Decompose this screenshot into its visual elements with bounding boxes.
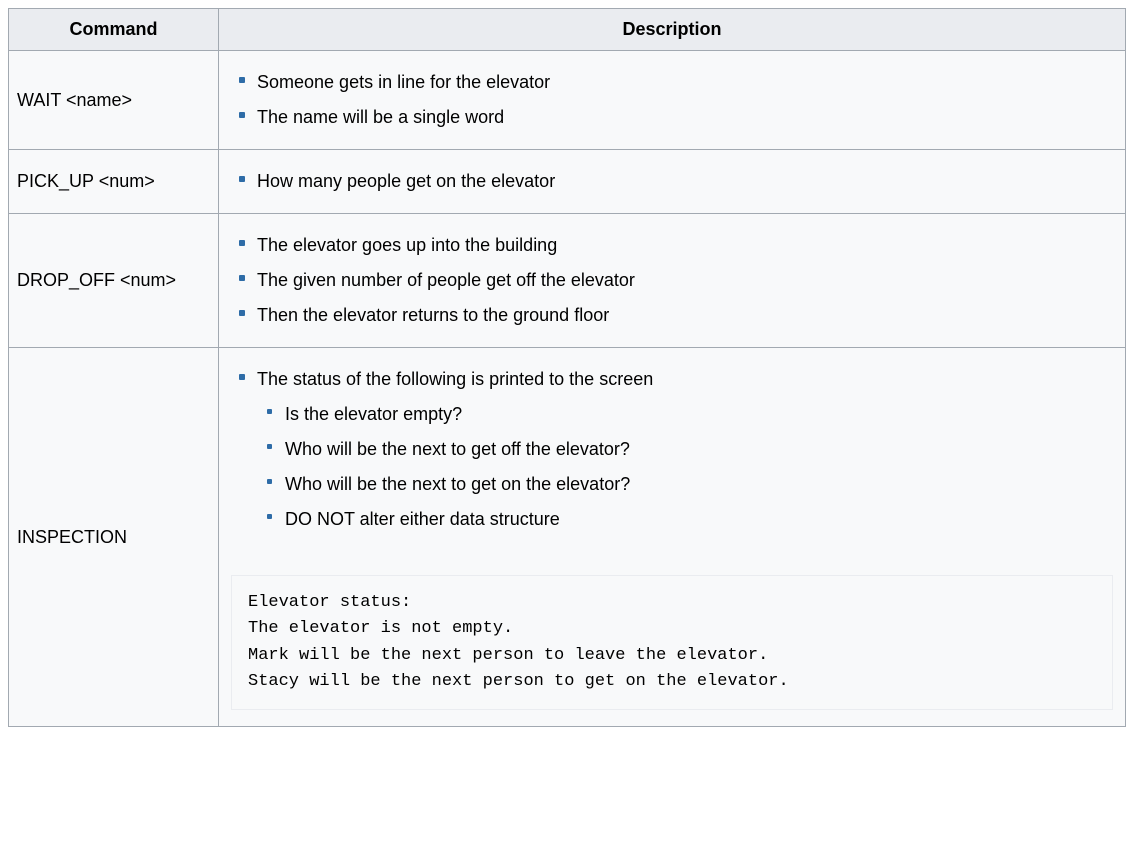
list-item: Who will be the next to get on the eleva… <box>285 467 1117 502</box>
command-cell-pickup: PICK_UP <num> <box>9 150 219 214</box>
list-item: The name will be a single word <box>257 100 1117 135</box>
list-item: Someone gets in line for the elevator <box>257 65 1117 100</box>
command-cell-dropoff: DROP_OFF <num> <box>9 214 219 348</box>
table-row: PICK_UP <num> How many people get on the… <box>9 150 1126 214</box>
table-row: INSPECTION The status of the following i… <box>9 348 1126 727</box>
list-item: The given number of people get off the e… <box>257 263 1117 298</box>
list-item: The status of the following is printed t… <box>257 362 1117 545</box>
description-cell-dropoff: The elevator goes up into the building T… <box>219 214 1126 348</box>
bullet-list: The status of the following is printed t… <box>227 362 1117 545</box>
table-header-row: Command Description <box>9 9 1126 51</box>
description-cell-wait: Someone gets in line for the elevator Th… <box>219 51 1126 150</box>
code-block: Elevator status: The elevator is not emp… <box>231 575 1113 710</box>
header-command: Command <box>9 9 219 51</box>
description-cell-pickup: How many people get on the elevator <box>219 150 1126 214</box>
list-item: Is the elevator empty? <box>285 397 1117 432</box>
bullet-list: How many people get on the elevator <box>227 164 1117 199</box>
table-row: WAIT <name> Someone gets in line for the… <box>9 51 1126 150</box>
description-cell-inspection: The status of the following is printed t… <box>219 348 1126 727</box>
command-cell-wait: WAIT <name> <box>9 51 219 150</box>
list-item-text: The status of the following is printed t… <box>257 369 653 389</box>
list-item: The elevator goes up into the building <box>257 228 1117 263</box>
bullet-list: The elevator goes up into the building T… <box>227 228 1117 333</box>
table-row: DROP_OFF <num> The elevator goes up into… <box>9 214 1126 348</box>
nested-bullet-list: Is the elevator empty? Who will be the n… <box>257 397 1117 537</box>
bullet-list: Someone gets in line for the elevator Th… <box>227 65 1117 135</box>
list-item: DO NOT alter either data structure <box>285 502 1117 537</box>
list-item: How many people get on the elevator <box>257 164 1117 199</box>
command-cell-inspection: INSPECTION <box>9 348 219 727</box>
list-item: Who will be the next to get off the elev… <box>285 432 1117 467</box>
header-description: Description <box>219 9 1126 51</box>
commands-table: Command Description WAIT <name> Someone … <box>8 8 1126 727</box>
list-item: Then the elevator returns to the ground … <box>257 298 1117 333</box>
